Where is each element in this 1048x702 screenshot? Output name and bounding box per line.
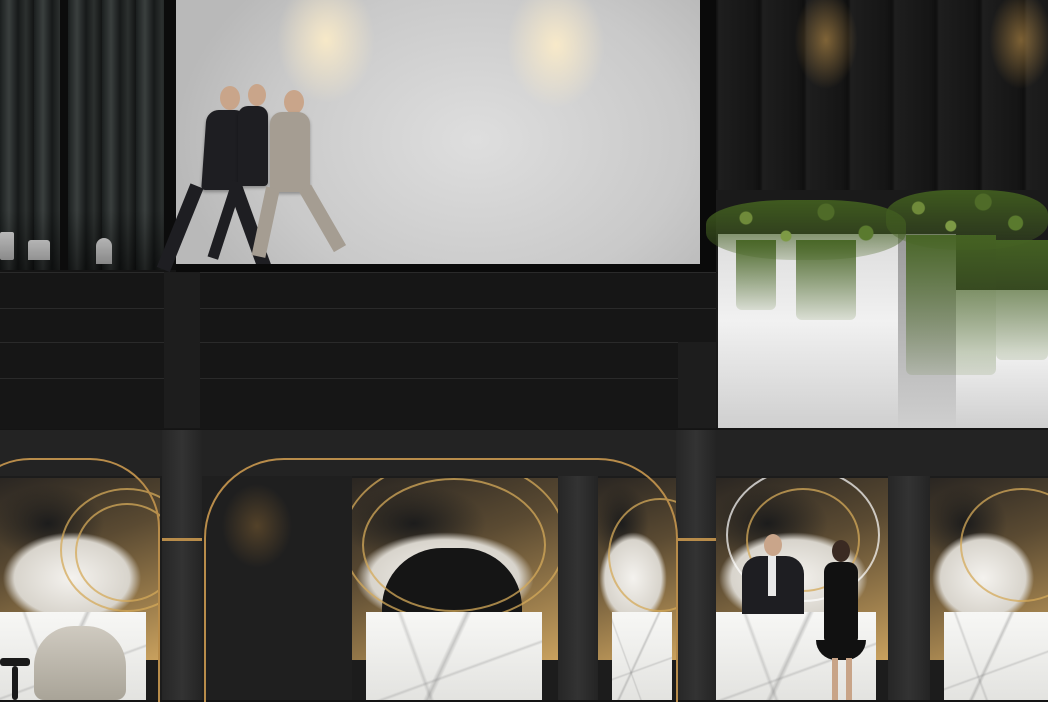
column [676,430,716,700]
person-suit [270,112,310,192]
facade-band [0,272,716,309]
walking-businessmen [156,0,376,290]
window-mullion [60,0,68,270]
hanging-planters [706,190,1048,428]
glass-decor [0,232,14,260]
side-table-leg [12,666,18,700]
vine [796,240,856,320]
reception-staff-man [740,534,810,614]
black-dress [824,562,858,642]
person-leg [832,658,838,700]
curtain-panel [0,0,170,270]
guest-woman [814,540,868,700]
gold-trim [676,538,716,541]
person-head [832,540,850,562]
window-sill [176,264,716,272]
marble-counter [612,612,672,700]
facade-band [0,378,716,429]
gold-trim [162,538,202,541]
facade-band [0,342,716,379]
person-head [284,90,304,114]
marble-counter [944,612,1048,700]
person-head [764,534,782,556]
facade-band [0,308,716,343]
lower-level [0,430,1048,702]
person-leg [846,658,852,700]
column [888,476,930,700]
dress-skirt [816,640,866,660]
column [162,430,202,700]
vine [996,240,1048,360]
gallery-window [156,0,700,273]
person-head [248,84,266,106]
person-leg [207,180,243,260]
vine [736,240,776,310]
vine [906,235,996,375]
lounge-chair [34,626,126,700]
facade-pilaster [164,272,200,428]
marble-counter [366,612,542,700]
upper-right-panels [716,0,1048,190]
topo-line [960,488,1048,602]
side-table [0,658,30,666]
chair-back-small [96,238,112,264]
person-suit [238,106,268,186]
facade-pilaster [678,342,716,428]
table-setting [28,240,50,260]
person-head [220,86,240,110]
person-leg [298,184,347,253]
shirt [768,556,776,596]
